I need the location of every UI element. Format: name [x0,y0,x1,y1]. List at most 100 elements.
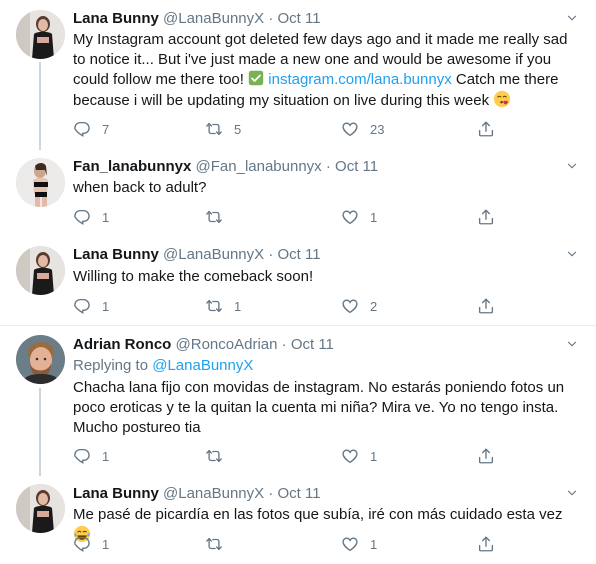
retweet-icon [205,535,223,553]
tweet-header: Adrian Ronco @RoncoAdrian · Oct 11 [73,335,334,355]
chevron-down-icon[interactable] [565,11,579,25]
chevron-down-icon[interactable] [565,247,579,261]
avatar[interactable] [16,246,65,295]
like-button[interactable]: 2 [341,296,377,316]
reply-button[interactable]: 1 [73,446,109,466]
tweet-actions: 7 5 23 [73,119,503,139]
share-icon [477,297,495,315]
tweet-header: Lana Bunny @LanaBunnyX · Oct 11 [73,245,321,265]
tweet-3[interactable]: Lana Bunny @LanaBunnyX · Oct 11 Willing … [0,238,596,326]
share-icon [477,535,495,553]
avatar[interactable] [16,335,65,384]
user-handle[interactable]: @RoncoAdrian [176,336,278,353]
retweet-count: 5 [234,121,242,137]
avatar-photo [16,484,65,533]
share-button[interactable] [477,296,495,316]
display-name[interactable]: Adrian Ronco [73,336,171,353]
display-name[interactable]: Lana Bunny [73,10,159,27]
share-button[interactable] [477,119,495,139]
share-button[interactable] [477,446,495,466]
separator: · [325,158,331,175]
thread-line [39,62,41,150]
tweet-actions: 1 1 [73,446,503,466]
heart-icon [341,297,359,315]
replying-to: Replying to @LanaBunnyX [73,356,253,376]
replying-label: Replying to [73,357,153,374]
tweet-2[interactable]: Fan_lanabunnyx @Fan_lanabunnyx · Oct 11 … [0,150,596,238]
avatar[interactable] [16,484,65,533]
replying-handle[interactable]: @LanaBunnyX [152,357,253,374]
like-count: 1 [370,448,378,464]
user-handle[interactable]: @LanaBunnyX [163,10,264,27]
reply-button[interactable]: 1 [73,296,109,316]
user-handle[interactable]: @Fan_lanabunnyx [196,158,322,175]
like-button[interactable]: 1 [341,207,377,227]
retweet-button[interactable] [205,446,234,466]
tweet-text: My Instagram account got deleted few day… [73,30,578,111]
retweet-count: 1 [234,298,242,314]
retweet-button[interactable]: 1 [205,296,241,316]
display-name[interactable]: Fan_lanabunnyx [73,158,191,175]
tweet-date[interactable]: Oct 11 [291,336,334,353]
tweet-date[interactable]: Oct 11 [278,10,321,27]
tweet-actions: 1 1 [73,534,503,554]
reply-icon [73,535,91,553]
user-handle[interactable]: @LanaBunnyX [163,485,264,502]
display-name[interactable]: Lana Bunny [73,485,159,502]
tweet-header: Lana Bunny @LanaBunnyX · Oct 11 [73,9,321,29]
share-button[interactable] [477,534,495,554]
tweet-text: when back to adult? [73,179,207,196]
share-icon [477,120,495,138]
avatar-photo [16,246,65,295]
reply-count: 1 [102,536,110,552]
like-button[interactable]: 1 [341,534,377,554]
retweet-icon [205,208,223,226]
kissing-face-emoji [493,90,511,108]
retweet-button[interactable] [205,207,234,227]
tweet-date[interactable]: Oct 11 [278,246,321,263]
display-name[interactable]: Lana Bunny [73,246,159,263]
chevron-down-icon[interactable] [565,159,579,173]
reply-button[interactable]: 7 [73,119,109,139]
tweet-1[interactable]: Lana Bunny @LanaBunnyX · Oct 11 My Insta… [0,0,596,150]
tweet-header: Fan_lanabunnyx @Fan_lanabunnyx · Oct 11 [73,157,378,177]
avatar[interactable] [16,158,65,207]
avatar-photo [16,158,65,207]
reply-count: 1 [102,448,110,464]
retweet-icon [205,447,223,465]
like-count: 1 [370,536,378,552]
tweet-header: Lana Bunny @LanaBunnyX · Oct 11 [73,484,321,504]
avatar[interactable] [16,10,65,59]
like-count: 1 [370,209,378,225]
avatar-photo [16,335,65,384]
share-button[interactable] [477,207,495,227]
tweet-date[interactable]: Oct 11 [335,158,378,175]
retweet-icon [205,297,223,315]
user-handle[interactable]: @LanaBunnyX [163,246,264,263]
like-count: 23 [370,121,385,137]
like-button[interactable]: 1 [341,446,377,466]
heart-icon [341,208,359,226]
retweet-icon [205,120,223,138]
reply-button[interactable]: 1 [73,534,109,554]
chevron-down-icon[interactable] [565,486,579,500]
share-icon [477,447,495,465]
thread-line [39,388,41,476]
like-button[interactable]: 23 [341,119,384,139]
tweet-text-part: Me pasé de picardía en las fotos que sub… [73,506,563,523]
tweet-actions: 1 1 2 [73,296,503,316]
instagram-link[interactable]: instagram.com/lana.bunnyx [268,71,451,88]
chevron-down-icon[interactable] [565,337,579,351]
reply-button[interactable]: 1 [73,207,109,227]
reply-count: 1 [102,209,110,225]
tweet-date[interactable]: Oct 11 [278,485,321,502]
retweet-button[interactable]: 5 [205,119,241,139]
reply-icon [73,208,91,226]
retweet-button[interactable] [205,534,234,554]
heart-icon [341,535,359,553]
separator: · [268,10,274,27]
tweet-4[interactable]: Adrian Ronco @RoncoAdrian · Oct 11 Reply… [0,326,596,476]
tweet-5[interactable]: Lana Bunny @LanaBunnyX · Oct 11 Me pasé … [0,476,596,564]
reply-icon [73,120,91,138]
avatar-photo [16,10,65,59]
